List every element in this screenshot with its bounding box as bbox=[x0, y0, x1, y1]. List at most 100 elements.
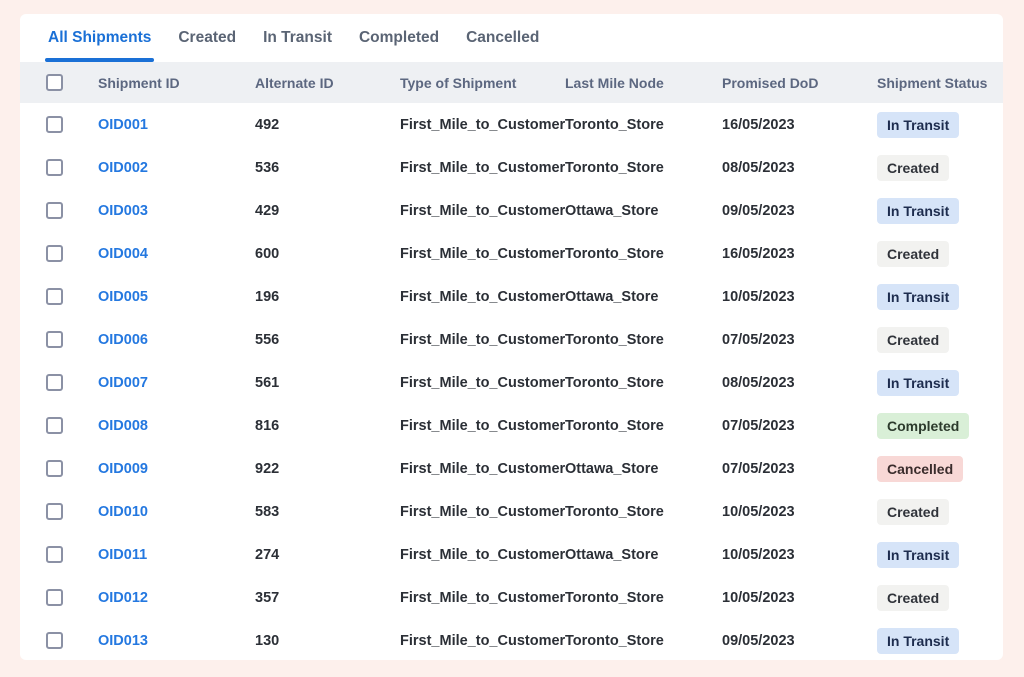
shipment-type-cell: First_Mile_to_Customer bbox=[400, 461, 565, 477]
shipment-type-cell: First_Mile_to_Customer bbox=[400, 203, 565, 219]
table-row: OID005 196 First_Mile_to_Customer Ottawa… bbox=[20, 275, 1003, 318]
shipment-id-link[interactable]: OID011 bbox=[76, 547, 255, 563]
status-badge: In Transit bbox=[877, 628, 959, 654]
status-badge: In Transit bbox=[877, 198, 959, 224]
row-checkbox[interactable] bbox=[46, 546, 63, 563]
column-header-last-mile-node: Last Mile Node bbox=[565, 75, 722, 91]
shipment-type-cell: First_Mile_to_Customer bbox=[400, 117, 565, 133]
shipment-type-cell: First_Mile_to_Customer bbox=[400, 375, 565, 391]
last-mile-node-cell: Toronto_Store bbox=[565, 160, 722, 176]
shipment-id-link[interactable]: OID005 bbox=[76, 289, 255, 305]
row-checkbox[interactable] bbox=[46, 116, 63, 133]
shipment-id-link[interactable]: OID003 bbox=[76, 203, 255, 219]
shipment-type-cell: First_Mile_to_Customer bbox=[400, 504, 565, 520]
table-row: OID001 492 First_Mile_to_Customer Toront… bbox=[20, 103, 1003, 146]
last-mile-node-cell: Ottawa_Store bbox=[565, 461, 722, 477]
status-badge: Completed bbox=[877, 413, 969, 439]
shipment-id-link[interactable]: OID010 bbox=[76, 504, 255, 520]
shipment-id-link[interactable]: OID006 bbox=[76, 332, 255, 348]
alternate-id-cell: 492 bbox=[255, 117, 400, 133]
table-row: OID007 561 First_Mile_to_Customer Toront… bbox=[20, 361, 1003, 404]
alternate-id-cell: 583 bbox=[255, 504, 400, 520]
status-badge: Created bbox=[877, 155, 949, 181]
shipment-type-cell: First_Mile_to_Customer bbox=[400, 547, 565, 563]
shipment-id-link[interactable]: OID002 bbox=[76, 160, 255, 176]
shipment-type-cell: First_Mile_to_Customer bbox=[400, 633, 565, 649]
column-header-shipment-id: Shipment ID bbox=[76, 75, 255, 91]
table-row: OID004 600 First_Mile_to_Customer Toront… bbox=[20, 232, 1003, 275]
row-checkbox[interactable] bbox=[46, 417, 63, 434]
last-mile-node-cell: Toronto_Store bbox=[565, 246, 722, 262]
promised-dod-cell: 10/05/2023 bbox=[722, 289, 877, 305]
tabs-bar: All Shipments Created In Transit Complet… bbox=[20, 14, 1003, 62]
select-all-checkbox[interactable] bbox=[46, 74, 63, 91]
table-row: OID010 583 First_Mile_to_Customer Toront… bbox=[20, 490, 1003, 533]
table-header: Shipment ID Alternate ID Type of Shipmen… bbox=[20, 62, 1003, 103]
last-mile-node-cell: Toronto_Store bbox=[565, 504, 722, 520]
tab-in-transit[interactable]: In Transit bbox=[263, 14, 332, 62]
alternate-id-cell: 922 bbox=[255, 461, 400, 477]
shipment-id-link[interactable]: OID007 bbox=[76, 375, 255, 391]
shipment-id-link[interactable]: OID009 bbox=[76, 461, 255, 477]
row-checkbox[interactable] bbox=[46, 460, 63, 477]
last-mile-node-cell: Toronto_Store bbox=[565, 117, 722, 133]
last-mile-node-cell: Ottawa_Store bbox=[565, 547, 722, 563]
promised-dod-cell: 16/05/2023 bbox=[722, 246, 877, 262]
row-checkbox[interactable] bbox=[46, 245, 63, 262]
last-mile-node-cell: Ottawa_Store bbox=[565, 289, 722, 305]
last-mile-node-cell: Toronto_Store bbox=[565, 633, 722, 649]
status-badge: In Transit bbox=[877, 542, 959, 568]
promised-dod-cell: 16/05/2023 bbox=[722, 117, 877, 133]
promised-dod-cell: 10/05/2023 bbox=[722, 590, 877, 606]
shipment-type-cell: First_Mile_to_Customer bbox=[400, 289, 565, 305]
promised-dod-cell: 08/05/2023 bbox=[722, 160, 877, 176]
shipment-id-link[interactable]: OID004 bbox=[76, 246, 255, 262]
row-checkbox[interactable] bbox=[46, 159, 63, 176]
tab-all-shipments[interactable]: All Shipments bbox=[48, 14, 151, 62]
shipment-type-cell: First_Mile_to_Customer bbox=[400, 160, 565, 176]
tab-completed[interactable]: Completed bbox=[359, 14, 439, 62]
status-badge: Cancelled bbox=[877, 456, 963, 482]
column-header-promised-dod: Promised DoD bbox=[722, 75, 877, 91]
column-header-alternate-id: Alternate ID bbox=[255, 75, 400, 91]
row-checkbox[interactable] bbox=[46, 589, 63, 606]
shipment-id-link[interactable]: OID013 bbox=[76, 633, 255, 649]
last-mile-node-cell: Toronto_Store bbox=[565, 332, 722, 348]
status-badge: Created bbox=[877, 327, 949, 353]
shipment-type-cell: First_Mile_to_Customer bbox=[400, 332, 565, 348]
shipment-id-link[interactable]: OID012 bbox=[76, 590, 255, 606]
promised-dod-cell: 07/05/2023 bbox=[722, 461, 877, 477]
row-checkbox[interactable] bbox=[46, 632, 63, 649]
alternate-id-cell: 274 bbox=[255, 547, 400, 563]
alternate-id-cell: 816 bbox=[255, 418, 400, 434]
promised-dod-cell: 07/05/2023 bbox=[722, 332, 877, 348]
table-row: OID003 429 First_Mile_to_Customer Ottawa… bbox=[20, 189, 1003, 232]
row-checkbox[interactable] bbox=[46, 202, 63, 219]
status-badge: In Transit bbox=[877, 284, 959, 310]
row-checkbox[interactable] bbox=[46, 288, 63, 305]
tab-created[interactable]: Created bbox=[178, 14, 236, 62]
last-mile-node-cell: Toronto_Store bbox=[565, 375, 722, 391]
alternate-id-cell: 357 bbox=[255, 590, 400, 606]
last-mile-node-cell: Toronto_Store bbox=[565, 418, 722, 434]
last-mile-node-cell: Toronto_Store bbox=[565, 590, 722, 606]
row-checkbox[interactable] bbox=[46, 374, 63, 391]
alternate-id-cell: 561 bbox=[255, 375, 400, 391]
table-row: OID012 357 First_Mile_to_Customer Toront… bbox=[20, 576, 1003, 619]
alternate-id-cell: 196 bbox=[255, 289, 400, 305]
row-checkbox[interactable] bbox=[46, 503, 63, 520]
promised-dod-cell: 10/05/2023 bbox=[722, 547, 877, 563]
row-checkbox[interactable] bbox=[46, 331, 63, 348]
promised-dod-cell: 08/05/2023 bbox=[722, 375, 877, 391]
tab-cancelled[interactable]: Cancelled bbox=[466, 14, 539, 62]
table-body: OID001 492 First_Mile_to_Customer Toront… bbox=[20, 103, 1003, 660]
shipment-id-link[interactable]: OID008 bbox=[76, 418, 255, 434]
status-badge: Created bbox=[877, 241, 949, 267]
table-row: OID008 816 First_Mile_to_Customer Toront… bbox=[20, 404, 1003, 447]
table-row: OID011 274 First_Mile_to_Customer Ottawa… bbox=[20, 533, 1003, 576]
shipment-id-link[interactable]: OID001 bbox=[76, 117, 255, 133]
alternate-id-cell: 536 bbox=[255, 160, 400, 176]
table-row: OID009 922 First_Mile_to_Customer Ottawa… bbox=[20, 447, 1003, 490]
status-badge: In Transit bbox=[877, 112, 959, 138]
column-header-shipment-status: Shipment Status bbox=[877, 75, 1003, 91]
